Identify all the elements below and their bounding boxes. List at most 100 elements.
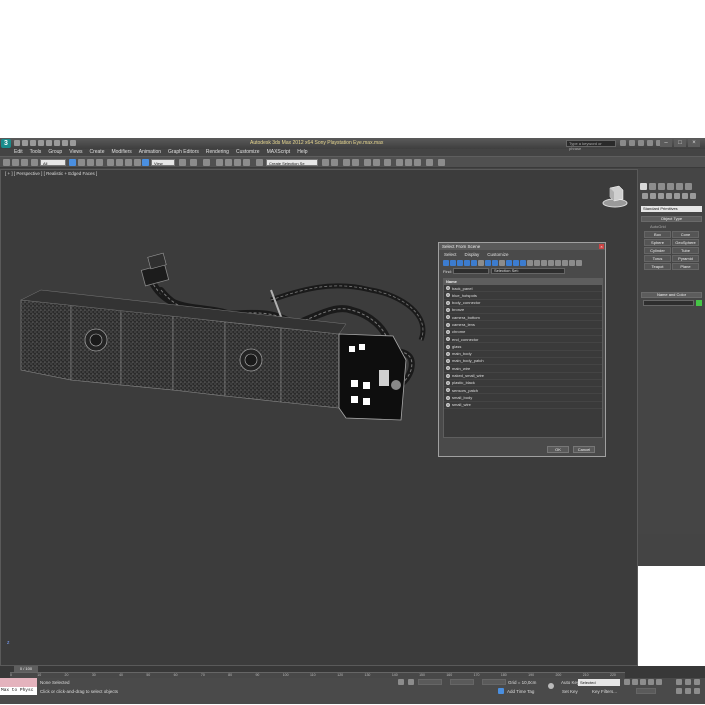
- zoom-all-icon[interactable]: [685, 679, 691, 685]
- key-filter-dropdown[interactable]: Selected: [578, 679, 620, 686]
- activeshade-icon[interactable]: [438, 159, 445, 166]
- window-crossing-icon[interactable]: [96, 159, 103, 166]
- undo-icon[interactable]: [38, 140, 44, 146]
- maxscript-listener-output[interactable]: Max to Physc: [0, 687, 37, 695]
- display-none-icon[interactable]: [513, 260, 519, 266]
- angle-snap-icon[interactable]: [225, 159, 232, 166]
- tube-button[interactable]: Tube: [672, 247, 699, 254]
- primitive-category-dropdown[interactable]: Standard Primitives: [641, 206, 702, 212]
- project-folder-icon[interactable]: [70, 140, 76, 146]
- viewcube-icon[interactable]: [601, 183, 629, 209]
- selection-set-dropdown[interactable]: Selection Set:: [491, 268, 565, 274]
- cylinder-button[interactable]: Cylinder: [644, 247, 671, 254]
- create-tab-icon[interactable]: [640, 183, 647, 190]
- x-coordinate-field[interactable]: [418, 679, 442, 685]
- geosphere-button[interactable]: GeoSphere: [672, 239, 699, 246]
- move-icon[interactable]: [107, 159, 114, 166]
- edit-named-selection-icon[interactable]: [256, 159, 263, 166]
- autogrid-checkbox[interactable]: AutoGrid: [650, 224, 666, 229]
- dialog-menu-customize[interactable]: Customize: [487, 252, 508, 257]
- menu-edit[interactable]: Edit: [14, 149, 23, 156]
- menu-maxscript[interactable]: MAXScript: [267, 149, 291, 156]
- list-item[interactable]: small_wire: [444, 402, 602, 410]
- maxscript-listener-input[interactable]: [0, 678, 37, 687]
- play-icon[interactable]: [640, 679, 646, 685]
- keyboard-shortcut-icon[interactable]: [203, 159, 210, 166]
- dialog-menu-display[interactable]: Display: [465, 252, 480, 257]
- space-warps-icon[interactable]: [682, 193, 688, 199]
- open-file-icon[interactable]: [22, 140, 28, 146]
- new-file-icon[interactable]: [14, 140, 20, 146]
- material-editor-icon[interactable]: [384, 159, 391, 166]
- select-manipulate-icon[interactable]: [190, 159, 197, 166]
- helpers-icon[interactable]: [674, 193, 680, 199]
- snaps-toggle-icon[interactable]: [216, 159, 223, 166]
- schematic-view-icon[interactable]: [373, 159, 380, 166]
- select-children-icon[interactable]: [562, 260, 568, 266]
- dialog-menu-select[interactable]: Select: [444, 252, 457, 257]
- selection-filter-icon[interactable]: [31, 159, 38, 166]
- plane-button[interactable]: Plane: [672, 263, 699, 270]
- filter-icon[interactable]: [569, 260, 575, 266]
- geometry-icon[interactable]: [642, 193, 648, 199]
- sync-selection-icon[interactable]: [548, 260, 554, 266]
- utilities-tab-icon[interactable]: [685, 183, 692, 190]
- go-to-end-icon[interactable]: [656, 679, 662, 685]
- current-frame-field[interactable]: [636, 688, 656, 694]
- fetch-icon[interactable]: [62, 140, 68, 146]
- select-none-icon[interactable]: [534, 260, 540, 266]
- rotate-icon[interactable]: [125, 159, 132, 166]
- modify-tab-icon[interactable]: [649, 183, 656, 190]
- previous-frame-icon[interactable]: [632, 679, 638, 685]
- sphere-button[interactable]: Sphere: [644, 239, 671, 246]
- pan-view-icon[interactable]: [685, 688, 691, 694]
- display-cameras-icon[interactable]: [464, 260, 470, 266]
- teapot-button[interactable]: Teapot: [644, 263, 671, 270]
- select-object-icon[interactable]: [69, 159, 76, 166]
- display-groups-icon[interactable]: [485, 260, 491, 266]
- menu-rendering[interactable]: Rendering: [206, 149, 229, 156]
- go-to-start-icon[interactable]: [624, 679, 630, 685]
- cameras-icon[interactable]: [666, 193, 672, 199]
- scale-icon[interactable]: [134, 159, 141, 166]
- ok-button[interactable]: OK: [547, 446, 569, 453]
- display-all-icon[interactable]: [506, 260, 512, 266]
- app-logo-icon[interactable]: 3: [1, 139, 11, 148]
- close-button[interactable]: ×: [688, 139, 700, 147]
- list-item[interactable]: body_connector: [444, 300, 602, 307]
- rendered-frame-icon[interactable]: [405, 159, 412, 166]
- object-type-rollout[interactable]: Object Type: [641, 216, 702, 222]
- list-item[interactable]: camera_lens: [444, 321, 602, 329]
- list-item[interactable]: end_connector: [444, 336, 602, 344]
- display-geometry-icon[interactable]: [443, 260, 449, 266]
- rectangular-selection-icon[interactable]: [87, 159, 94, 166]
- add-time-tag[interactable]: Add Time Tag: [507, 689, 534, 694]
- reference-coordinate-dropdown[interactable]: View: [151, 159, 175, 166]
- menu-animation[interactable]: Animation: [139, 149, 161, 156]
- search-icon[interactable]: [620, 140, 626, 146]
- percent-snap-icon[interactable]: [234, 159, 241, 166]
- z-coordinate-field[interactable]: [482, 679, 506, 685]
- spinner-snap-icon[interactable]: [243, 159, 250, 166]
- menu-modifiers[interactable]: Modifiers: [111, 149, 131, 156]
- shapes-icon[interactable]: [650, 193, 656, 199]
- communication-icon[interactable]: [638, 140, 644, 146]
- render-iterative-icon[interactable]: [426, 159, 433, 166]
- cone-button[interactable]: Cone: [672, 231, 699, 238]
- cancel-button[interactable]: Cancel: [573, 446, 595, 453]
- orbit-icon[interactable]: [694, 688, 700, 694]
- dialog-close-button[interactable]: ×: [599, 244, 604, 249]
- named-selection-dropdown[interactable]: Create Selection Se: [266, 159, 318, 166]
- selection-filter-dropdown[interactable]: All: [40, 159, 66, 166]
- minimize-button[interactable]: –: [660, 139, 672, 147]
- lock-selection-icon[interactable]: [398, 679, 404, 685]
- absolute-mode-icon[interactable]: [408, 679, 414, 685]
- mirror-icon[interactable]: [322, 159, 329, 166]
- menu-help[interactable]: Help: [297, 149, 307, 156]
- move-icon-alt[interactable]: [116, 159, 123, 166]
- menu-customize[interactable]: Customize: [236, 149, 260, 156]
- select-by-name-icon[interactable]: [78, 159, 85, 166]
- render-production-icon[interactable]: [414, 159, 421, 166]
- select-scale-icon[interactable]: [142, 159, 149, 166]
- display-shapes-icon[interactable]: [450, 260, 456, 266]
